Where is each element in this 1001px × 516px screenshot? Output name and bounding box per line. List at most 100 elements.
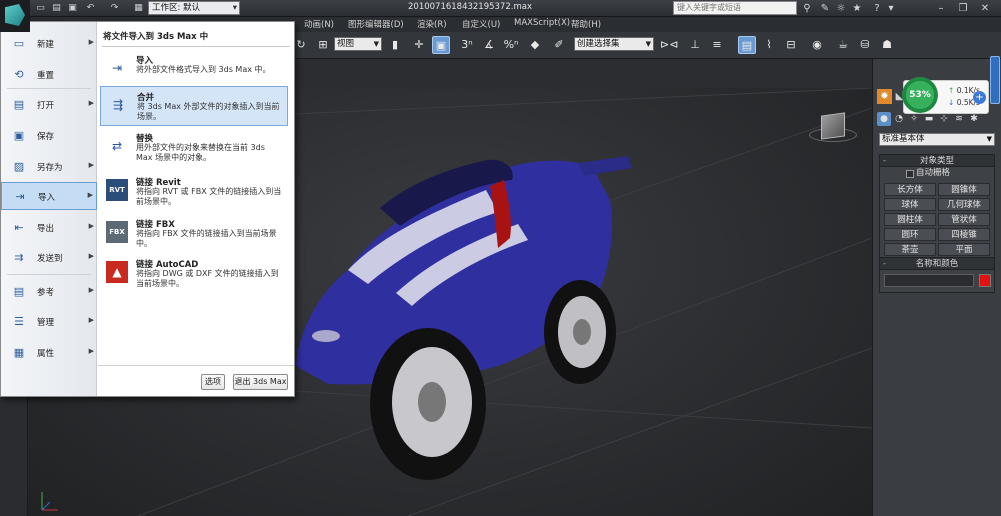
chevron-right-icon: ▶: [87, 191, 93, 199]
help-chevron-down-icon[interactable]: ▾: [884, 2, 898, 15]
link-fbx-item[interactable]: FBX 链接 FBX 将指向 FBX 文件的链接插入到当前场景中。: [100, 214, 288, 254]
object-name-input[interactable]: [884, 274, 974, 287]
render-frame-icon[interactable]: ⛁: [856, 36, 874, 54]
app-menu-button[interactable]: [0, 0, 30, 32]
pivot-icon[interactable]: ▮: [386, 36, 404, 54]
chevron-right-icon: ▶: [88, 161, 94, 169]
sphere-button[interactable]: 球体: [884, 198, 936, 211]
teapot-button[interactable]: 茶壶: [884, 243, 936, 256]
new-file-icon[interactable]: ▭: [34, 2, 47, 14]
helpers-icon[interactable]: ⊹: [937, 112, 951, 126]
box-button[interactable]: 长方体: [884, 183, 936, 196]
layer-icon[interactable]: ≡: [708, 36, 726, 54]
close-icon[interactable]: ✕: [978, 2, 992, 15]
keyboard-shortcut-override-icon[interactable]: ▣: [432, 36, 450, 54]
import-item-desc: 将外部文件格式导入到 3ds Max 中。: [136, 65, 271, 74]
reference-coord-dropdown[interactable]: 视图 ▼: [334, 37, 382, 51]
scale-icon[interactable]: ⊞: [314, 36, 332, 54]
name-color-header[interactable]: 名称和颜色: [880, 258, 994, 270]
redo-icon[interactable]: ↷: [108, 2, 121, 14]
menu-new[interactable]: ▭ 新建 ▶: [1, 30, 97, 58]
viewcube-icon[interactable]: [821, 112, 845, 140]
auto-grid-row[interactable]: 自动栅格: [880, 167, 994, 180]
primitive-category-dropdown[interactable]: 标准基本体 ▼: [879, 133, 995, 146]
percent-snap-icon[interactable]: %ⁿ: [502, 36, 520, 54]
selection-set-dropdown[interactable]: 创建选择集 ▼: [574, 37, 654, 51]
undo-icon[interactable]: ↶: [84, 2, 97, 14]
restore-icon[interactable]: ❐: [956, 2, 970, 15]
communication-center-icon[interactable]: ☼: [834, 2, 848, 15]
export-icon: ⇤: [14, 221, 24, 234]
chevron-right-icon: ▶: [88, 222, 94, 230]
menu-import[interactable]: ⇥ 导入 ▶: [1, 182, 97, 210]
curve-editor-icon[interactable]: ⌇: [760, 36, 778, 54]
plus-icon[interactable]: +: [973, 91, 986, 104]
render-setup-icon[interactable]: ☕: [834, 36, 852, 54]
align-icon[interactable]: ⊥: [686, 36, 704, 54]
pyramid-button[interactable]: 四棱锥: [938, 228, 990, 241]
menu-open[interactable]: ▤ 打开 ▶: [1, 91, 97, 119]
replace-item[interactable]: ⇄ 替换 用外部文件的对象来替换在当前 3ds Max 场景中的对象。: [100, 128, 288, 168]
menu-manage[interactable]: ☰ 管理 ▶: [1, 308, 97, 336]
open-file-icon[interactable]: ▤: [50, 2, 63, 14]
search-input[interactable]: 键入关键字或短语: [673, 1, 797, 15]
scene-explorer-icon[interactable]: ▤: [738, 36, 756, 54]
options-button[interactable]: 选项: [201, 374, 225, 390]
named-selection-icon[interactable]: ✐: [550, 36, 568, 54]
cylinder-button[interactable]: 圆柱体: [884, 213, 936, 226]
spinner-snap-icon[interactable]: ◆: [526, 36, 544, 54]
lights-icon[interactable]: ✧: [907, 112, 921, 126]
menu-help[interactable]: 帮助(H): [571, 18, 601, 30]
binoculars-icon[interactable]: ⚲: [800, 2, 814, 15]
subscription-icon[interactable]: ✎: [818, 2, 832, 15]
menu-maxscript[interactable]: MAXScript(X): [514, 18, 570, 28]
render-production-icon[interactable]: ☗: [878, 36, 896, 54]
systems-icon[interactable]: ✱: [967, 112, 981, 126]
torus-button[interactable]: 圆环: [884, 228, 936, 241]
snap-toggle-icon[interactable]: 3ⁿ: [458, 36, 476, 54]
geometry-icon[interactable]: ●: [877, 112, 891, 126]
project-folder-icon[interactable]: ▦: [132, 2, 145, 14]
favorites-star-icon[interactable]: ★: [850, 2, 864, 15]
menu-reference[interactable]: ▤ 参考 ▶: [1, 278, 97, 306]
material-editor-icon[interactable]: ◉: [808, 36, 826, 54]
cameras-icon[interactable]: ▬: [922, 112, 936, 126]
network-speed-widget[interactable]: 53% ↑ 0.1K/s ↓ 0.5K/s +: [902, 77, 989, 114]
menu-send-to-label: 发送到: [37, 254, 63, 264]
menu-properties[interactable]: ▦ 属性 ▶: [1, 339, 97, 367]
menu-save[interactable]: ▣ 保存: [1, 122, 97, 150]
shapes-icon[interactable]: ◔: [892, 112, 906, 126]
cone-button[interactable]: 圆锥体: [938, 183, 990, 196]
menu-rendering[interactable]: 渲染(R): [417, 18, 447, 30]
geosphere-button[interactable]: 几何球体: [938, 198, 990, 211]
menu-reset[interactable]: ⟲ 重置: [1, 61, 97, 89]
menu-send-to[interactable]: ⇉ 发送到 ▶: [1, 244, 97, 272]
object-color-swatch[interactable]: [979, 274, 991, 287]
link-revit-item[interactable]: RVT 链接 Revit 将指向 RVT 或 FBX 文件的链接插入到当前场景中…: [100, 172, 288, 212]
menu-save-as[interactable]: ▨ 另存为 ▶: [1, 153, 97, 181]
menu-customize[interactable]: 自定义(U): [462, 18, 500, 30]
object-type-header[interactable]: 对象类型: [880, 155, 994, 167]
menu-graph-editors[interactable]: 图形编辑器(D): [348, 18, 404, 30]
spacewarps-icon[interactable]: ≋: [952, 112, 966, 126]
tube-button[interactable]: 管状体: [938, 213, 990, 226]
plane-button[interactable]: 平面: [938, 243, 990, 256]
import-icon: ⇥: [111, 61, 123, 75]
create-tab-icon[interactable]: ✹: [877, 89, 892, 104]
import-item[interactable]: ⇥ 导入 将外部文件格式导入到 3ds Max 中。: [100, 50, 288, 90]
auto-grid-checkbox[interactable]: [906, 170, 914, 178]
mirror-icon[interactable]: ⊳⊲: [660, 36, 678, 54]
minimize-icon[interactable]: –: [934, 2, 948, 15]
menu-animation[interactable]: 动画(N): [304, 18, 334, 30]
save-file-icon[interactable]: ▣: [66, 2, 79, 14]
side-scroll-handle[interactable]: [990, 56, 1000, 104]
menu-export[interactable]: ⇤ 导出 ▶: [1, 214, 97, 242]
workspace-dropdown[interactable]: 工作区: 默认 ▾: [148, 1, 240, 15]
exit-3dsmax-button[interactable]: 退出 3ds Max: [233, 374, 288, 390]
angle-snap-icon[interactable]: ∡: [480, 36, 498, 54]
move-gizmo-icon[interactable]: ✛: [410, 36, 428, 54]
schematic-view-icon[interactable]: ⊟: [782, 36, 800, 54]
merge-item[interactable]: ⇶ 合并 将 3ds Max 外部文件的对象插入到当前场景。: [100, 86, 288, 126]
link-autocad-item[interactable]: ▲ 链接 AutoCAD 将指向 DWG 或 DXF 文件的链接插入到当前场景中…: [100, 254, 288, 294]
help-icon[interactable]: ?: [870, 2, 884, 15]
